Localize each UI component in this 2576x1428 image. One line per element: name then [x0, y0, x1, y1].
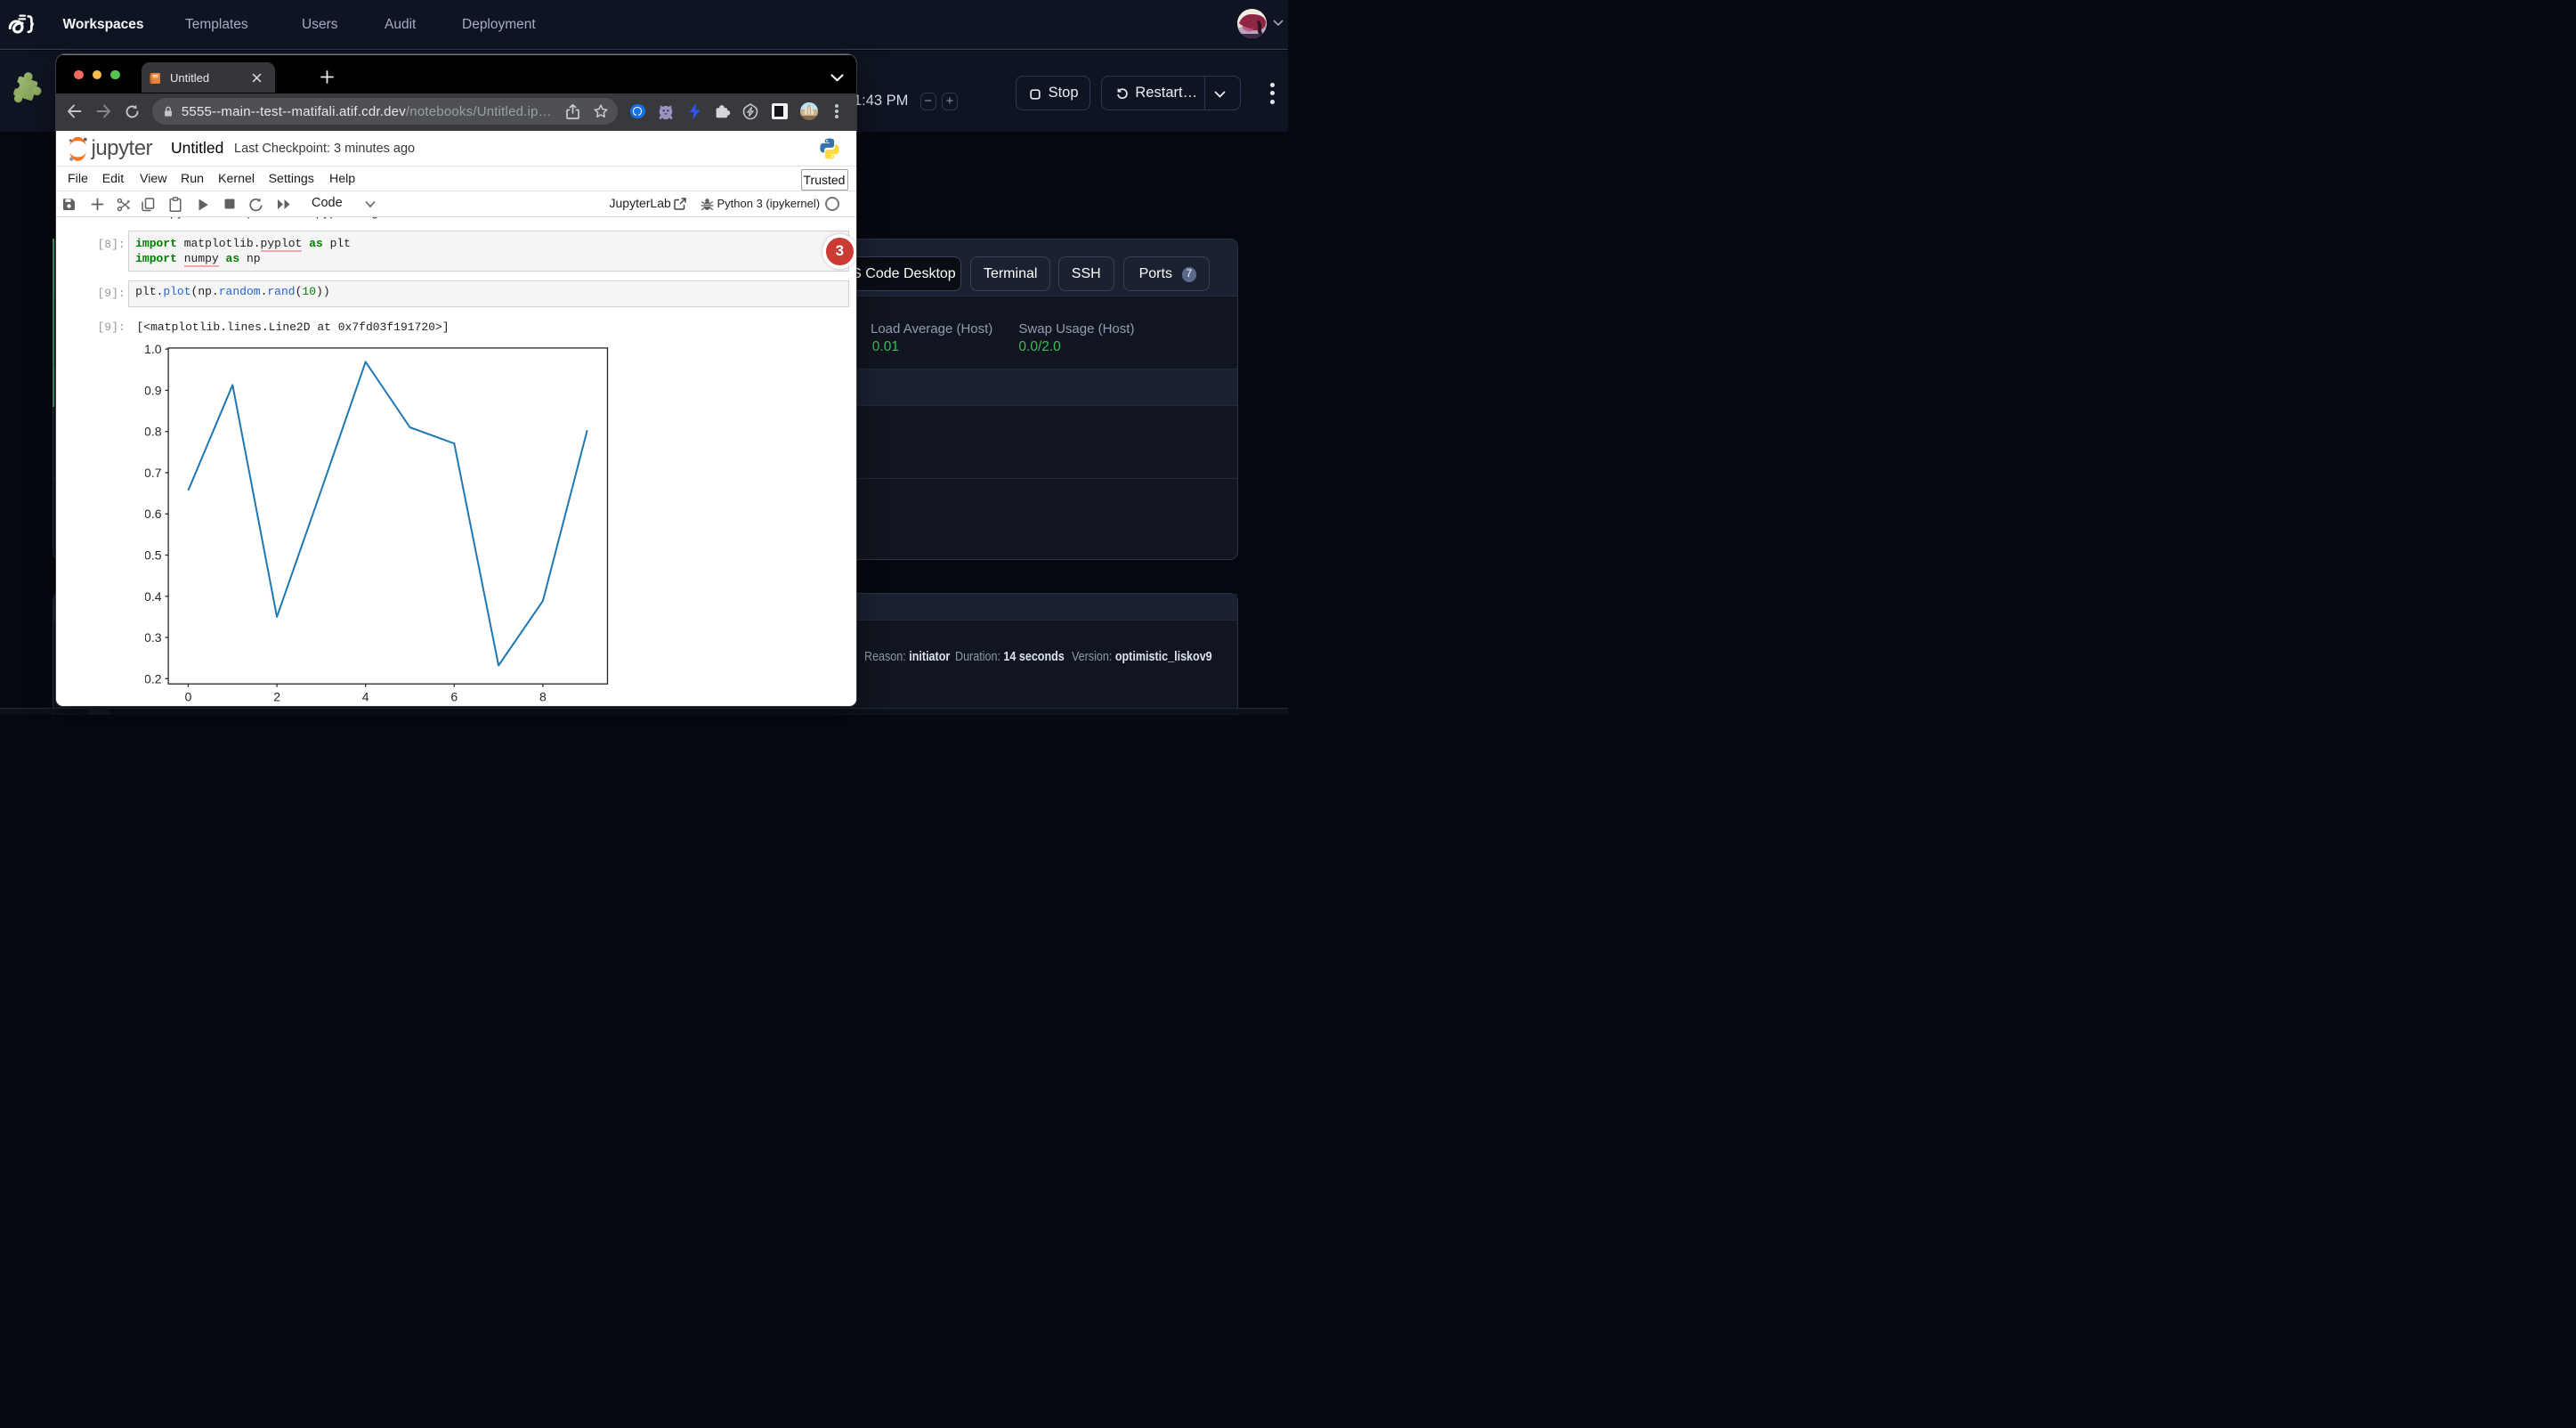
svg-text:0.6: 0.6	[145, 507, 162, 521]
svg-text:0.5: 0.5	[145, 548, 162, 563]
svg-text:0.9: 0.9	[145, 384, 162, 398]
svg-text:0.3: 0.3	[145, 630, 162, 645]
svg-text:6: 6	[450, 690, 458, 704]
svg-text:0.4: 0.4	[145, 589, 162, 604]
svg-text:8: 8	[539, 690, 547, 704]
svg-text:0.8: 0.8	[145, 425, 162, 439]
svg-text:2: 2	[273, 690, 280, 704]
svg-text:1.0: 1.0	[145, 342, 162, 356]
svg-text:0.2: 0.2	[145, 672, 162, 686]
svg-text:4: 4	[361, 690, 369, 704]
svg-text:0.7: 0.7	[145, 466, 162, 480]
svg-text:0: 0	[184, 690, 191, 704]
